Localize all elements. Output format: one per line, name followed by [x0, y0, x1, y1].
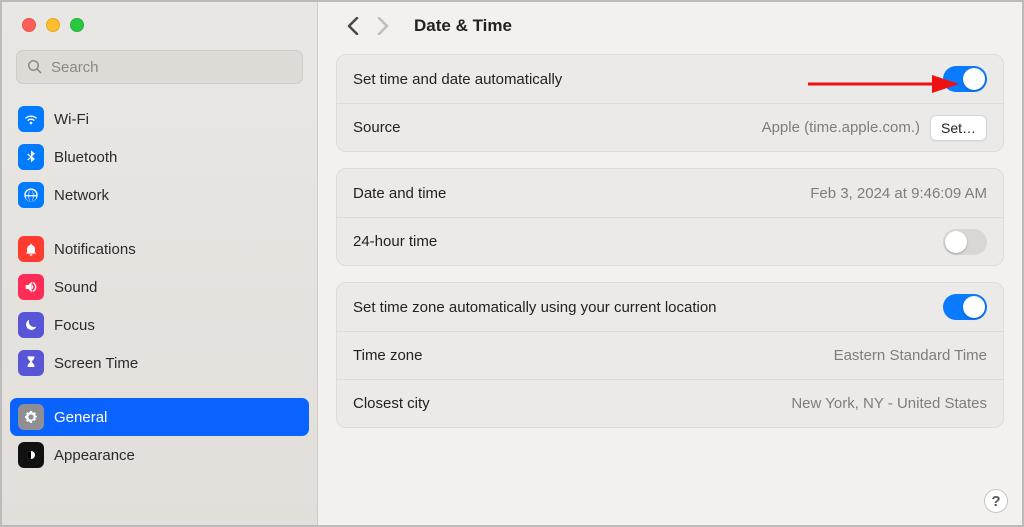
group-datetime: Date and time Feb 3, 2024 at 9:46:09 AM … — [336, 168, 1004, 266]
row-label: Set time and date automatically — [353, 71, 562, 88]
chevron-left-icon — [346, 17, 360, 35]
group-timezone: Set time zone automatically using your c… — [336, 282, 1004, 428]
sidebar-item-label: Notifications — [54, 241, 301, 258]
source-value: Apple (time.apple.com.) — [762, 119, 920, 136]
search-placeholder: Search — [51, 59, 99, 76]
page-title: Date & Time — [414, 16, 512, 36]
sidebar-item-wifi[interactable]: Wi-Fi — [10, 100, 309, 138]
auto-tz-toggle[interactable] — [943, 294, 987, 320]
sidebar-item-label: Appearance — [54, 447, 301, 464]
sidebar-item-focus[interactable]: Focus — [10, 306, 309, 344]
datetime-value: Feb 3, 2024 at 9:46:09 AM — [810, 185, 987, 202]
back-button[interactable] — [338, 11, 368, 41]
row-label: Closest city — [353, 395, 430, 412]
window-controls — [2, 2, 317, 50]
row-label: 24-hour time — [353, 233, 437, 250]
row-label: Date and time — [353, 185, 446, 202]
row-tz: Time zone Eastern Standard Time — [337, 331, 1003, 379]
close-icon[interactable] — [22, 18, 36, 32]
row-auto-time: Set time and date automatically — [337, 55, 1003, 103]
nav-list: Wi-Fi Bluetooth Network Notifications So… — [2, 100, 317, 474]
sidebar-item-label: Network — [54, 187, 301, 204]
tz-value: Eastern Standard Time — [834, 347, 987, 364]
twenty-four-toggle[interactable] — [943, 229, 987, 255]
row-city: Closest city New York, NY - United State… — [337, 379, 1003, 427]
hourglass-icon — [18, 350, 44, 376]
help-button[interactable]: ? — [984, 489, 1008, 513]
row-24hour: 24-hour time — [337, 217, 1003, 265]
sidebar-item-label: Bluetooth — [54, 149, 301, 166]
row-label: Time zone — [353, 347, 422, 364]
row-datetime: Date and time Feb 3, 2024 at 9:46:09 AM — [337, 169, 1003, 217]
sidebar-item-label: Focus — [54, 317, 301, 334]
toolbar: Date & Time — [318, 2, 1022, 50]
city-value: New York, NY - United States — [791, 395, 987, 412]
search-input[interactable]: Search — [16, 50, 303, 84]
sidebar-item-network[interactable]: Network — [10, 176, 309, 214]
search-icon — [27, 59, 43, 75]
moon-icon — [18, 312, 44, 338]
bluetooth-icon — [18, 144, 44, 170]
row-auto-tz: Set time zone automatically using your c… — [337, 283, 1003, 331]
sidebar-item-general[interactable]: General — [10, 398, 309, 436]
row-label: Source — [353, 119, 401, 136]
sidebar-item-appearance[interactable]: Appearance — [10, 436, 309, 474]
sidebar-item-label: General — [54, 409, 301, 426]
speaker-icon — [18, 274, 44, 300]
sidebar-item-label: Wi-Fi — [54, 111, 301, 128]
set-source-button[interactable]: Set… — [930, 115, 987, 141]
group-time: Set time and date automatically Source A… — [336, 54, 1004, 152]
chevron-right-icon — [376, 17, 390, 35]
wifi-icon — [18, 106, 44, 132]
sidebar-item-label: Sound — [54, 279, 301, 296]
row-source: Source Apple (time.apple.com.) Set… — [337, 103, 1003, 151]
bell-icon — [18, 236, 44, 262]
sidebar-item-bluetooth[interactable]: Bluetooth — [10, 138, 309, 176]
globe-icon — [18, 182, 44, 208]
sidebar: Search Wi-Fi Bluetooth Network Notificat… — [2, 2, 318, 525]
content-pane: Date & Time Set time and date automatica… — [318, 2, 1022, 525]
auto-time-toggle[interactable] — [943, 66, 987, 92]
appearance-icon — [18, 442, 44, 468]
forward-button[interactable] — [368, 11, 398, 41]
sidebar-item-screentime[interactable]: Screen Time — [10, 344, 309, 382]
minimize-icon[interactable] — [46, 18, 60, 32]
sidebar-item-notifications[interactable]: Notifications — [10, 230, 309, 268]
zoom-icon[interactable] — [70, 18, 84, 32]
sidebar-item-label: Screen Time — [54, 355, 301, 372]
sidebar-item-sound[interactable]: Sound — [10, 268, 309, 306]
row-label: Set time zone automatically using your c… — [353, 299, 717, 316]
gear-icon — [18, 404, 44, 430]
